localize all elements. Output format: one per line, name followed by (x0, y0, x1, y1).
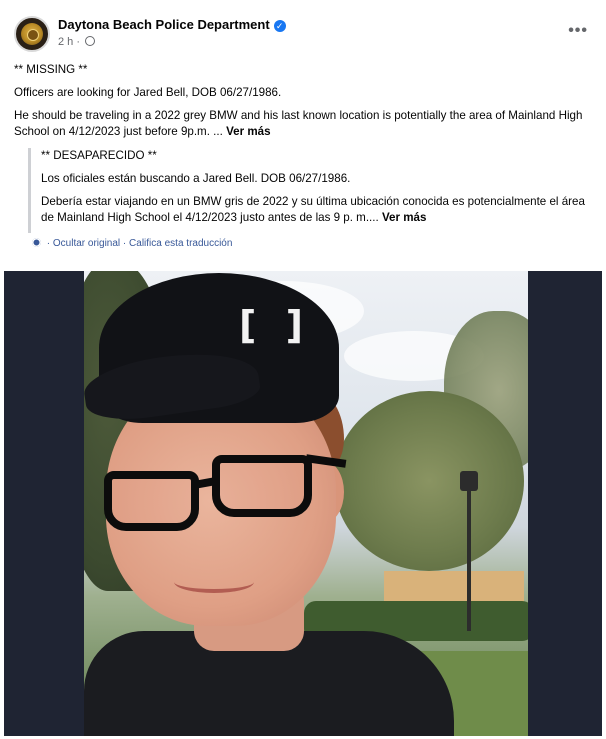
verified-badge-icon: ✓ (273, 20, 286, 32)
gear-icon (32, 238, 41, 247)
post-line-officers: Officers are looking for Jared Bell, DOB… (14, 86, 282, 99)
page-name-row: Daytona Beach Police Department ✓ (58, 17, 286, 32)
hide-original-link[interactable]: Ocultar original (53, 238, 120, 249)
translation-block: ** DESAPARECIDO ** Los oficiales están b… (28, 148, 594, 233)
translation-see-more-link[interactable]: Ver más (382, 211, 426, 224)
translation-line-officers: Los oficiales están buscando a Jared Bel… (41, 172, 351, 185)
lamp-post-shape (467, 481, 471, 631)
cap-logo-shape: [ ] (239, 303, 311, 347)
person-mouth-shape (174, 571, 254, 593)
page-name-link[interactable]: Daytona Beach Police Department (58, 17, 270, 32)
translation-footer: · Ocultar original · Califica esta tradu… (32, 238, 232, 249)
post-photo-frame[interactable]: [ ] (4, 271, 602, 736)
translation-separator: · (120, 238, 130, 249)
glasses-left-lens (104, 471, 199, 531)
globe-icon[interactable] (85, 36, 96, 46)
see-more-link[interactable]: Ver más (226, 125, 270, 138)
more-options-icon[interactable]: ••• (568, 22, 588, 40)
police-badge-icon (21, 23, 43, 45)
page-avatar[interactable] (14, 16, 50, 52)
post-meta: 2 h · (58, 36, 96, 48)
glasses-right-lens (212, 455, 312, 517)
post-header: Daytona Beach Police Department ✓ 2 h · •… (14, 14, 594, 54)
facebook-post: Daytona Beach Police Department ✓ 2 h · •… (0, 0, 606, 739)
translation-separator-leading: · (44, 238, 53, 249)
lamp-head-shape (460, 471, 478, 491)
tree-shape (334, 391, 524, 571)
post-line-details: He should be traveling in a 2022 grey BM… (14, 108, 594, 140)
meta-separator: · (73, 36, 84, 48)
translation-line-missing: ** DESAPARECIDO ** (41, 149, 157, 162)
rate-translation-link[interactable]: Califica esta traducción (129, 238, 232, 249)
post-body: ** MISSING ** Officers are looking for J… (14, 62, 594, 147)
translation-details-text: Debería estar viajando en un BMW gris de… (41, 195, 585, 224)
post-line-missing: ** MISSING ** (14, 63, 88, 76)
post-details-text: He should be traveling in a 2022 grey BM… (14, 109, 583, 138)
post-timestamp[interactable]: 2 h (58, 36, 73, 48)
translation-line-details: Debería estar viajando en un BMW gris de… (41, 194, 594, 226)
post-photo[interactable]: [ ] (84, 271, 528, 736)
